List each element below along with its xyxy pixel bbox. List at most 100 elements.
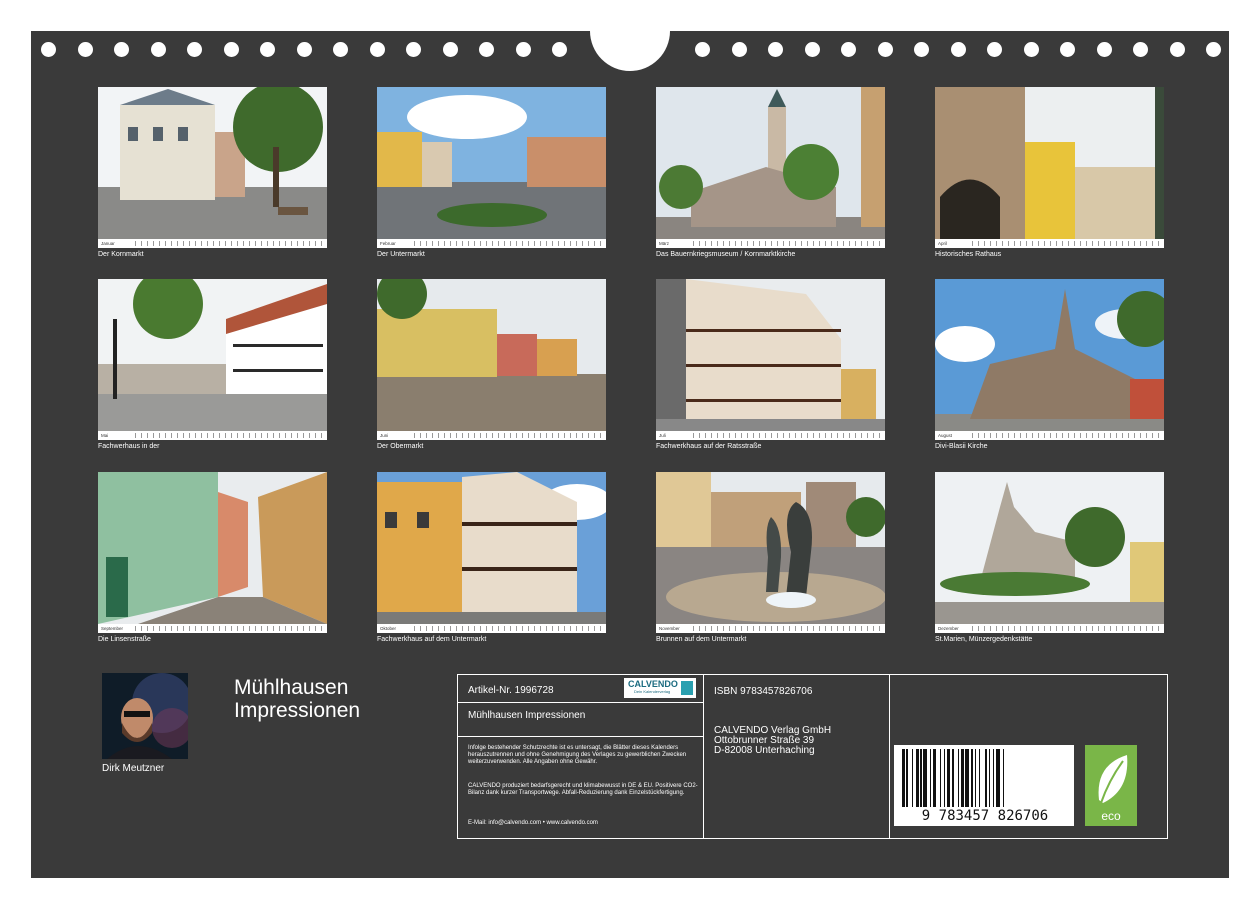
month-strip: April [935,239,1164,248]
month-name: Februar [380,241,396,246]
divider [458,702,703,703]
climate-notice: CALVENDO produziert bedarfsgerecht und k… [468,783,698,796]
barcode-bar [993,749,995,807]
month-name: Juli [659,433,666,438]
month-tile-february: Februar Der Untermarkt [377,87,606,262]
binding-hole [515,42,531,57]
month-tile-june: Juni Der Obermarkt [377,279,606,454]
photo-bauernkriegsmuseum [656,87,885,239]
month-strip: Juni [377,431,606,440]
month-tile-january: Januar Der Kornmarkt [98,87,327,262]
photo-caption: Die Linsenstraße [98,636,151,643]
isbn: ISBN 9783457826706 [714,686,813,697]
photo-caption: Divi-Blasii Kirche [935,443,988,450]
calvendo-logo: CALVENDO Dein Kalenderverlag [624,678,696,698]
contact-line: E-Mail: info@calvendo.com • www.calvendo… [468,820,598,826]
product-info-box: Artikel-Nr. 1996728 CALVENDO Dein Kalend… [457,674,1168,839]
binding-hole [223,42,239,57]
binding-hole [768,42,783,57]
month-tile-may: Mai Fachwerhaus in der [98,279,327,454]
photo-caption: Der Obermarkt [377,443,424,450]
barcode-bar [958,749,960,807]
month-name: Dezember [938,626,959,631]
barcode-bar [911,749,914,807]
barcode-bar [970,749,974,807]
binding-hole [731,42,747,57]
barcode-bar [920,749,922,807]
barcode-bar [1002,749,1005,807]
month-name: Juni [380,433,389,438]
barcode-bar [960,749,964,807]
barcode-bar [923,749,928,807]
photo-caption: Historisches Rathaus [935,251,1002,258]
barcode-bar [930,749,932,807]
title-line-2: Impressionen [234,699,361,722]
month-name: Oktober [380,626,397,631]
binding-hole [479,42,494,57]
eco-badge: eco [1085,745,1137,826]
barcode-bar [946,749,950,807]
month-strip: März [656,239,885,248]
month-name: August [938,433,953,438]
photo-rathaus [935,87,1164,239]
binding-hole [695,42,710,57]
binding-hole [841,42,856,57]
month-tile-august: August Divi-Blasii Kirche [935,279,1164,454]
binding-hole [114,42,129,57]
month-tile-july: Juli Fachwerkhaus auf der Ratsstraße [656,279,885,454]
photo-ratsstrasse [656,279,885,431]
month-tile-november: November Brunnen auf dem Untermarkt [656,472,885,647]
binding-hole [406,42,421,57]
logo-subtext: Dein Kalenderverlag [634,689,671,694]
photo-caption: Der Kornmarkt [98,251,144,258]
photo-brunnen [656,472,885,624]
photo-divi-blasii [935,279,1164,431]
month-name: Januar [101,241,115,246]
month-strip: Februar [377,239,606,248]
month-name: September [101,626,124,631]
binding-hole [552,42,567,57]
photo-linsenstrasse [98,472,327,624]
binding-hole [1133,42,1148,57]
binding-hole [987,42,1002,57]
month-tile-march: März Das Bauernkriegsmuseum / Kornmarktk… [656,87,885,262]
photo-caption: Brunnen auf dem Untermarkt [656,636,747,643]
author-name: Dirk Meutzner [102,763,165,774]
author-portrait [102,673,188,759]
product-title: Mühlhausen Impressionen [468,710,586,721]
binding-hole [950,42,966,57]
month-name: April [938,241,948,246]
barcode-bar [906,749,908,807]
barcode-bar [995,749,1000,807]
photo-caption: St.Marien, Münzergedenkstätte [935,636,1033,643]
photo-fachwerkhaus [98,279,327,431]
photo-untermarkt [377,87,606,239]
barcode-bar [974,749,977,807]
photo-kornmarkt [98,87,327,239]
barcode-bar [952,749,954,807]
month-strip: Mai [98,431,327,440]
publisher-address: CALVENDO Verlag GmbH Ottobrunner Straße … [714,726,831,756]
month-strip: Januar [98,239,327,248]
binding-hole [187,42,202,57]
month-strip: November [656,624,885,633]
binding-hole [1169,42,1185,57]
ean-barcode: 9 783457 826706 [894,745,1074,826]
calendar-back-page: Januar Der Kornmarkt Februar Der Unterma… [31,0,1229,878]
article-number: Artikel-Nr. 1996728 [468,685,554,696]
binding-hole [442,42,458,57]
month-strip: August [935,431,1164,440]
photo-caption: Fachwerkhaus auf der Ratsstraße [656,443,762,450]
binding-hole [260,42,275,57]
title-line-1: Mühlhausen [234,676,349,699]
barcode-bar [979,749,981,807]
month-strip: September [98,624,327,633]
binding-hole [77,42,93,57]
barcode-bar [984,749,988,807]
month-name: Mai [101,433,109,438]
photo-caption: Das Bauernkriegsmuseum / Kornmarktkirche [656,251,796,258]
barcode-bar [916,749,919,807]
binding-hole [914,42,929,57]
photo-st-marien [935,472,1164,624]
binding-hole [877,42,893,57]
